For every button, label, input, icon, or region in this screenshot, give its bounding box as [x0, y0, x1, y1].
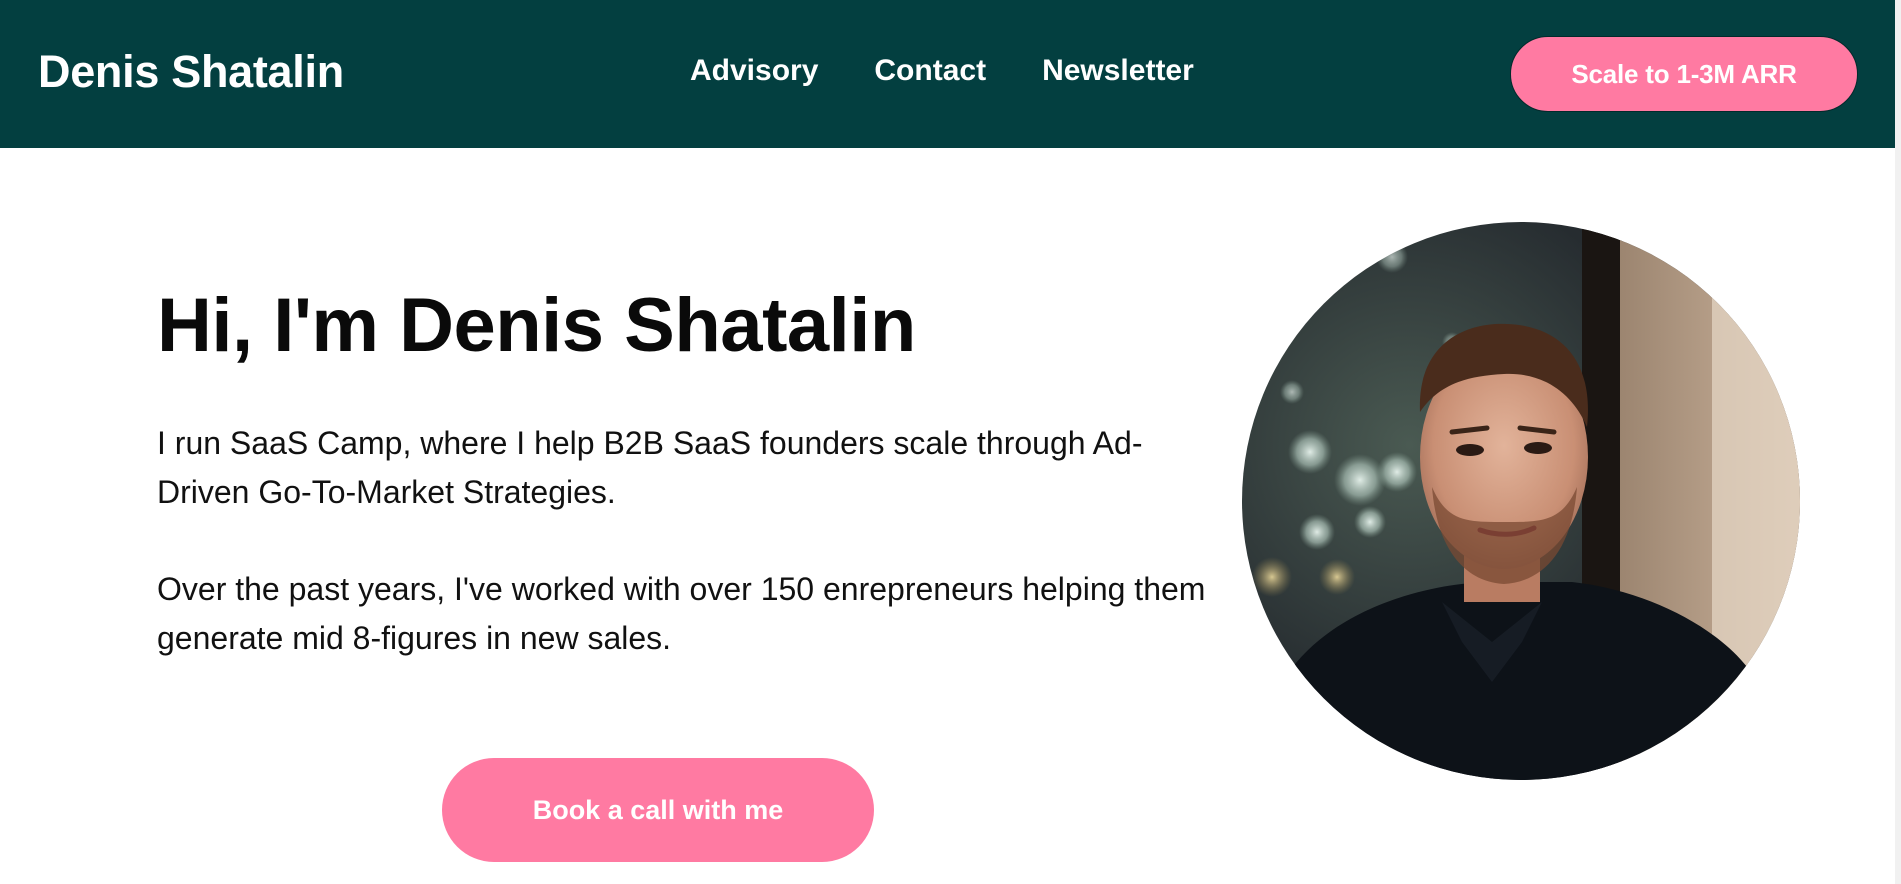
main-nav: Advisory Contact Newsletter	[690, 54, 1194, 88]
intro-paragraph: I run SaaS Camp, where I help B2B SaaS f…	[157, 425, 1143, 510]
scale-cta-button[interactable]: Scale to 1-3M ARR	[1510, 36, 1858, 112]
site-logo-text[interactable]: Denis Shatalin	[38, 46, 344, 98]
page-title: Hi, I'm Denis Shatalin	[157, 283, 916, 368]
book-call-button[interactable]: Book a call with me	[442, 758, 874, 862]
site-header: Denis Shatalin Advisory Contact Newslett…	[0, 0, 1895, 148]
nav-link-contact[interactable]: Contact	[874, 54, 986, 88]
profile-photo	[1242, 222, 1800, 780]
scrollbar[interactable]	[1895, 0, 1901, 884]
page: Denis Shatalin Advisory Contact Newslett…	[0, 0, 1901, 884]
nav-link-advisory[interactable]: Advisory	[690, 54, 818, 88]
nav-link-newsletter[interactable]: Newsletter	[1042, 54, 1194, 88]
experience-paragraph: Over the past years, I've worked with ov…	[157, 571, 1206, 656]
